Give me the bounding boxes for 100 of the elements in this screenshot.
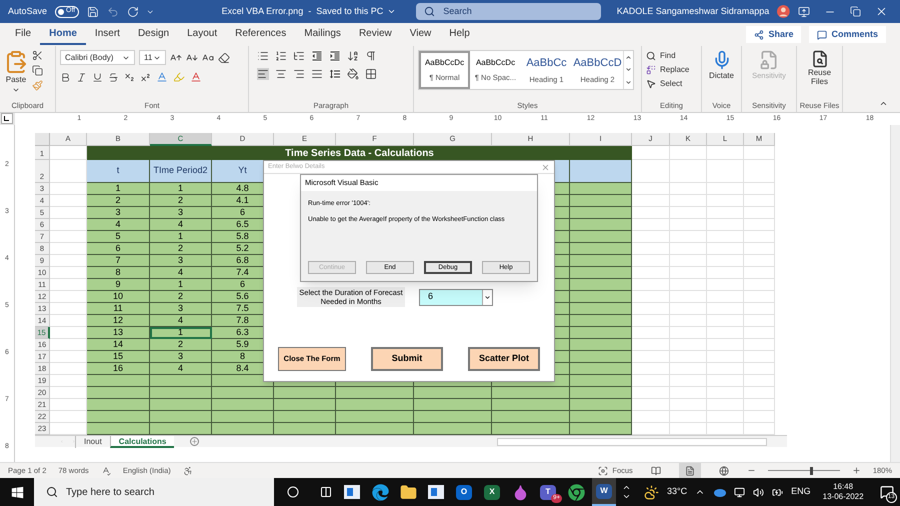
taskbar-search-field[interactable]: Type here to search — [34, 478, 274, 506]
caret-icon[interactable] — [12, 86, 20, 94]
superscript-icon[interactable] — [140, 72, 151, 82]
app-icon[interactable]: X — [484, 484, 500, 500]
view-button[interactable] — [678, 463, 701, 478]
file-search-icon[interactable] — [810, 50, 828, 68]
strikethrough-icon[interactable] — [108, 72, 119, 82]
duration-combo[interactable]: 6 — [419, 288, 493, 306]
search-field[interactable]: Search — [416, 3, 601, 20]
font-size-field[interactable]: 11 — [139, 50, 166, 65]
restore-icon[interactable] — [850, 6, 862, 17]
ribbon-tab[interactable]: Review — [350, 24, 401, 44]
underline-icon[interactable] — [92, 72, 103, 82]
search-icon[interactable] — [46, 486, 58, 498]
text-effects-icon[interactable] — [156, 71, 168, 83]
network-icon[interactable] — [734, 486, 746, 498]
caret-icon[interactable] — [387, 7, 396, 16]
folder-icon[interactable] — [400, 484, 416, 500]
start-icon[interactable] — [10, 486, 24, 498]
view-icon[interactable] — [718, 466, 729, 476]
replace-icon[interactable] — [646, 65, 656, 75]
cortana-icon[interactable] — [287, 486, 299, 498]
search-icon[interactable] — [424, 6, 436, 17]
zoom-slider[interactable] — [768, 466, 840, 474]
collapse-ribbon-icon[interactable] — [879, 99, 888, 108]
task-view-icon[interactable] — [320, 486, 332, 498]
shrink-font-icon[interactable] — [186, 52, 198, 64]
save-icon[interactable] — [86, 4, 99, 18]
form-button[interactable]: Scatter Plot — [468, 347, 540, 371]
add-sheet-icon[interactable] — [190, 437, 200, 446]
ribbon-tab[interactable]: Layout — [178, 24, 226, 44]
italic-icon[interactable] — [76, 72, 87, 82]
window-app-icon[interactable] — [344, 485, 360, 499]
redo-icon[interactable] — [126, 4, 138, 18]
avatar-icon[interactable] — [777, 4, 790, 19]
paste-button[interactable]: Paste — [4, 50, 28, 100]
browser-icon[interactable] — [372, 484, 388, 500]
vertical-scrollbar[interactable] — [890, 125, 900, 462]
multilevel-list-icon[interactable] — [293, 50, 305, 62]
zoom-in-icon[interactable] — [852, 466, 861, 475]
comment-icon[interactable] — [817, 30, 828, 40]
bold-icon[interactable] — [60, 72, 71, 82]
overflow-up-icon[interactable] — [622, 483, 630, 492]
ribbon-tab[interactable]: File — [6, 24, 40, 44]
more-styles-icon[interactable] — [625, 79, 632, 86]
pointer-icon[interactable] — [646, 79, 656, 89]
app-icon[interactable]: O — [456, 484, 472, 500]
shading-icon[interactable] — [347, 68, 359, 80]
change-case-icon[interactable] — [202, 52, 214, 64]
overflow-down-icon[interactable] — [622, 492, 630, 501]
ribbon-display-icon[interactable] — [798, 6, 810, 18]
accessibility-icon[interactable] — [182, 466, 193, 476]
replace-button[interactable]: Replace — [646, 64, 690, 76]
ribbon-tab[interactable]: Design — [128, 24, 178, 44]
proofing-icon[interactable] — [100, 466, 111, 476]
form-button[interactable]: Submit — [371, 347, 443, 371]
align-right-icon[interactable] — [293, 68, 305, 80]
battery-icon[interactable] — [772, 486, 784, 498]
increase-indent-icon[interactable] — [329, 50, 341, 62]
clock-date[interactable]: 13-06-2022 — [822, 492, 864, 502]
scroll-down-icon[interactable] — [625, 66, 632, 74]
view-icon[interactable] — [684, 466, 695, 476]
horizontal-scrollbar[interactable] — [497, 438, 767, 446]
window-app-icon[interactable] — [428, 485, 444, 499]
reuse-files-button[interactable]: Reuse Files — [804, 50, 834, 100]
cut-icon[interactable] — [32, 50, 43, 61]
dictate-button[interactable]: Dictate — [709, 50, 734, 100]
focus-icon[interactable] — [598, 466, 608, 476]
scroll-up-icon[interactable] — [625, 54, 632, 61]
align-left-icon[interactable] — [257, 68, 269, 80]
ribbon-tab[interactable]: Mailings — [295, 24, 350, 44]
app-icon[interactable]: W — [596, 484, 612, 498]
ribbon-tab[interactable]: Insert — [86, 24, 129, 44]
select-button[interactable]: Select — [646, 78, 690, 90]
clock-time[interactable]: 16:48 — [833, 482, 854, 492]
subscript-icon[interactable] — [124, 72, 135, 82]
input-language[interactable]: ENG — [791, 485, 811, 499]
view-icon[interactable] — [650, 466, 661, 476]
find-button[interactable]: Find — [646, 50, 690, 62]
borders-icon[interactable] — [365, 68, 377, 80]
notification-icon[interactable] — [880, 485, 894, 499]
comments-button[interactable]: Comments — [809, 26, 886, 43]
line-spacing-icon[interactable] — [329, 68, 341, 80]
grow-font-icon[interactable] — [170, 52, 182, 64]
decrease-indent-icon[interactable] — [311, 50, 323, 62]
temperature[interactable]: 33°C — [667, 485, 688, 499]
justify-icon[interactable] — [311, 68, 323, 80]
copy-icon[interactable] — [32, 65, 43, 76]
ribbon-tab[interactable]: Help — [440, 24, 479, 44]
share-icon[interactable] — [754, 30, 764, 40]
numbering-icon[interactable] — [275, 50, 287, 62]
sheet-tab[interactable]: Calculations — [110, 436, 174, 448]
volume-icon[interactable] — [753, 486, 764, 498]
weather-icon[interactable] — [644, 484, 659, 500]
document-title[interactable]: Excel VBA Error.png - Saved to this PC — [222, 4, 396, 18]
tab-stop-icon[interactable] — [1, 113, 13, 124]
cloud-icon[interactable] — [713, 488, 726, 496]
font-name-field[interactable]: Calibri (Body) — [60, 50, 135, 65]
share-button[interactable]: Share — [746, 26, 802, 43]
search-icon[interactable] — [646, 51, 656, 61]
